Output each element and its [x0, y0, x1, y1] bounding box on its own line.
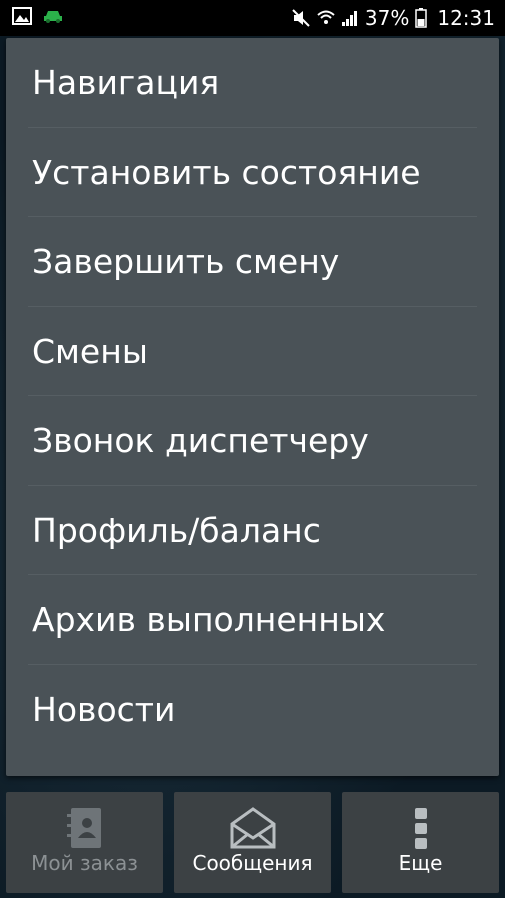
my-order-label: Мой заказ — [31, 851, 138, 875]
menu-item-profile-balance[interactable]: Профиль/баланс — [6, 486, 499, 576]
envelope-icon — [229, 806, 277, 854]
overflow-menu: Навигация Установить состояние Завершить… — [6, 38, 499, 776]
more-vertical-icon — [414, 806, 428, 856]
menu-item-label: Смены — [32, 331, 148, 371]
menu-item-label: Профиль/баланс — [32, 510, 321, 550]
status-bar: 37% 12:31 — [0, 0, 505, 36]
menu-item-label: Звонок диспетчеру — [32, 421, 369, 461]
menu-item-end-shift[interactable]: Завершить смену — [6, 217, 499, 307]
wifi-icon — [317, 8, 335, 28]
contact-book-icon — [65, 806, 105, 854]
menu-item-label: Установить состояние — [32, 152, 421, 192]
menu-item-call-dispatcher[interactable]: Звонок диспетчеру — [6, 396, 499, 486]
messages-button[interactable]: Сообщения — [174, 792, 331, 893]
battery-icon — [415, 8, 428, 28]
menu-item-navigation[interactable]: Навигация — [6, 38, 499, 128]
my-order-button[interactable]: Мой заказ — [6, 792, 163, 893]
mute-icon — [291, 8, 311, 28]
bottom-tab-bar: Мой заказ Сообщения Еще — [0, 787, 505, 898]
battery-percent: 37% — [364, 6, 410, 30]
menu-item-completed-archive[interactable]: Архив выполненных — [6, 575, 499, 665]
signal-icon — [341, 9, 359, 27]
menu-item-label: Архив выполненных — [32, 600, 386, 640]
messages-label: Сообщения — [192, 851, 313, 875]
car-notification-icon — [42, 8, 64, 28]
menu-item-shifts[interactable]: Смены — [6, 307, 499, 397]
menu-item-label: Завершить смену — [32, 242, 340, 282]
more-button[interactable]: Еще — [342, 792, 499, 893]
gallery-notification-icon — [12, 7, 32, 29]
menu-item-news[interactable]: Новости — [6, 665, 499, 755]
menu-item-label: Навигация — [32, 63, 220, 103]
clock: 12:31 — [437, 6, 495, 30]
menu-item-set-status[interactable]: Установить состояние — [6, 128, 499, 218]
menu-item-label: Новости — [32, 689, 176, 729]
